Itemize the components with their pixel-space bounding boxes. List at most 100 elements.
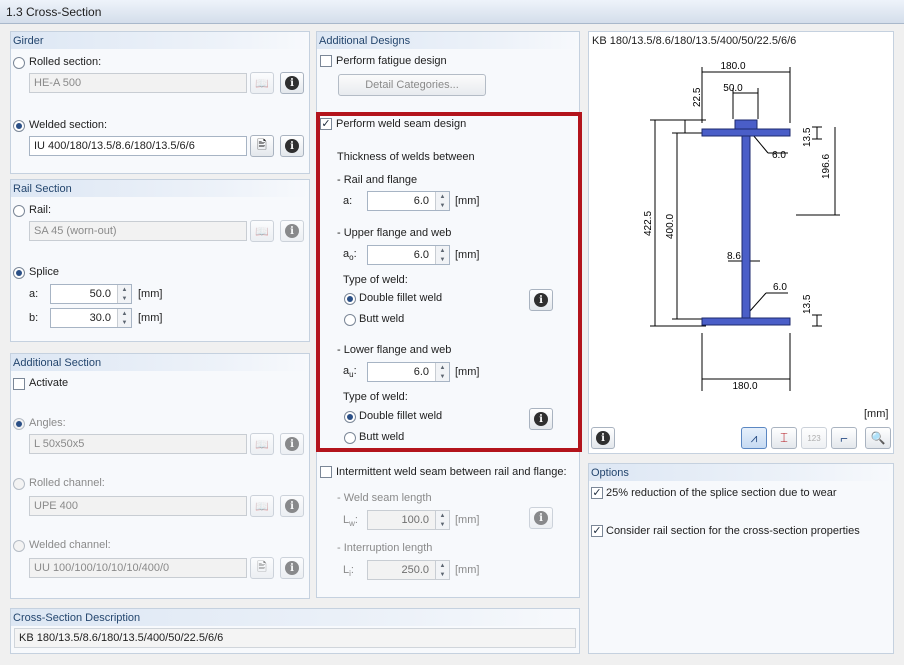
splice-b-label: b: xyxy=(29,312,39,324)
welded-channel-radio xyxy=(13,540,25,552)
intermittent-info-button: i xyxy=(529,507,553,529)
lower-weld-info-button[interactable]: i xyxy=(529,408,553,430)
lower-type-label: Type of weld: xyxy=(343,391,408,403)
upper-type-label: Type of weld: xyxy=(343,274,408,286)
activate-checkbox[interactable] xyxy=(13,378,25,390)
rolled-section-field: HE-A 500 xyxy=(29,73,247,93)
description-title: Cross-Section Description xyxy=(11,609,579,626)
dim-top-width: 180.0 xyxy=(720,61,745,72)
upper-butt-weld-label: Butt weld xyxy=(359,313,405,325)
rail-radio[interactable] xyxy=(13,205,25,217)
splice-radio[interactable] xyxy=(13,267,25,279)
lower-flange-label: - Lower flange and web xyxy=(337,344,452,356)
consider-rail-checkbox[interactable]: ✓ xyxy=(591,525,603,537)
lower-double-fillet-radio[interactable] xyxy=(344,411,356,423)
info-icon: i xyxy=(285,437,299,451)
angles-info-button: i xyxy=(280,433,304,455)
rail-info-button: i xyxy=(280,220,304,242)
welded-section-radio[interactable] xyxy=(13,120,25,132)
show-welds-button[interactable]: ⩘ xyxy=(741,427,767,449)
welded-channel-label: Welded channel: xyxy=(29,539,111,551)
angles-field: L 50x50x5 xyxy=(29,434,247,454)
info-icon: i xyxy=(285,224,299,238)
show-dimensions-button[interactable]: ⌶ xyxy=(771,427,797,449)
welded-section-field: IU 400/180/13.5/8.6/180/13.5/6/6 xyxy=(29,136,247,156)
rail-flange-label: - Rail and flange xyxy=(337,174,418,186)
info-icon: i xyxy=(285,561,299,575)
reduction-checkbox[interactable]: ✓ xyxy=(591,487,603,499)
window-title: 1.3 Cross-Section xyxy=(0,0,904,24)
intermittent-checkbox[interactable] xyxy=(320,466,332,478)
edit-section-button[interactable]: 🖹 xyxy=(250,135,274,157)
dim-flange-bottom: 13.5 xyxy=(802,294,813,314)
weld-au-label: au: xyxy=(343,365,357,380)
dimensions-icon: ⌶ xyxy=(780,430,788,445)
splice-b-unit: [mm] xyxy=(138,312,163,324)
dim-weld-top: 6.0 xyxy=(772,150,786,161)
dim-web-thickness: 8.6 xyxy=(727,251,741,262)
dim-rail-width: 50.0 xyxy=(723,83,743,94)
interruption-label: - Interruption length xyxy=(337,542,433,554)
edit-section-icon: 🖹 xyxy=(257,137,267,152)
weld-ao-spinner[interactable]: ▲ ▼ xyxy=(435,246,449,264)
dim-web-height: 400.0 xyxy=(665,214,676,239)
dim-weld-bottom: 6.0 xyxy=(773,282,787,293)
upper-butt-weld-radio[interactable] xyxy=(344,314,356,326)
seam-length-label: - Weld seam length xyxy=(337,492,432,504)
preview-info-button[interactable]: i xyxy=(591,427,615,449)
weld-a-spinner[interactable]: ▲ ▼ xyxy=(435,192,449,210)
edit-section-icon: 🖹 xyxy=(257,559,267,574)
upper-weld-info-button[interactable]: i xyxy=(529,289,553,311)
splice-b-spinner[interactable]: ▲ ▼ xyxy=(117,309,131,327)
info-icon: i xyxy=(534,511,548,525)
upper-flange-label: - Upper flange and web xyxy=(337,227,452,239)
weld-design-checkbox[interactable]: ✓ xyxy=(320,118,332,130)
welded-channel-info-button: i xyxy=(280,557,304,579)
dim-bottom-width: 180.0 xyxy=(732,381,757,392)
info-icon: i xyxy=(534,412,548,426)
angles-library-button: 📖 xyxy=(250,433,274,455)
show-axes-button[interactable]: ⌐ xyxy=(831,427,857,449)
rolled-channel-library-button: 📖 xyxy=(250,495,274,517)
book-icon: 📖 xyxy=(255,500,269,513)
dim-rail-height: 22.5 xyxy=(692,87,703,107)
upper-double-fillet-radio[interactable] xyxy=(344,293,356,305)
li-unit: [mm] xyxy=(455,564,480,576)
fatigue-label: Perform fatigue design xyxy=(336,55,447,67)
numbering-icon: 123 xyxy=(807,433,821,443)
dim-flange-top: 13.5 xyxy=(802,127,813,147)
book-icon: 📖 xyxy=(255,77,269,90)
zoom-icon: 🔍 xyxy=(870,431,886,445)
splice-a-spinner[interactable]: ▲ ▼ xyxy=(117,285,131,303)
angles-radio xyxy=(13,418,25,430)
rolled-info-button[interactable]: i xyxy=(280,72,304,94)
splice-label: Splice xyxy=(29,266,59,278)
options-title: Options xyxy=(589,464,893,481)
dim-total-height: 422.5 xyxy=(643,211,654,236)
rolled-channel-info-button: i xyxy=(280,495,304,517)
weld-au-spinner[interactable]: ▲ ▼ xyxy=(435,363,449,381)
additional-designs-title: Additional Designs xyxy=(317,32,579,49)
info-icon: i xyxy=(534,293,548,307)
weld-icon: ⩘ xyxy=(750,430,758,445)
rolled-section-radio[interactable] xyxy=(13,57,25,69)
additional-section-title: Additional Section xyxy=(11,354,309,371)
thickness-title: Thickness of welds between xyxy=(337,151,475,163)
show-numbering-button[interactable]: 123 xyxy=(801,427,827,449)
fatigue-checkbox[interactable] xyxy=(320,55,332,67)
rail-field: SA 45 (worn-out) xyxy=(29,221,247,241)
lower-butt-weld-label: Butt weld xyxy=(359,431,405,443)
rolled-channel-radio xyxy=(13,478,25,490)
weld-a-label: a: xyxy=(343,195,353,207)
cross-section-drawing: 180.0 50.0 22.5 6.0 13.5 196.6 422.5 400… xyxy=(643,61,840,392)
lower-butt-weld-radio[interactable] xyxy=(344,432,356,444)
welded-info-button[interactable]: i xyxy=(280,135,304,157)
info-icon: i xyxy=(285,139,299,153)
li-label: Li: xyxy=(343,564,354,579)
lw-spinner: ▲ ▼ xyxy=(435,511,449,529)
description-field: KB 180/13.5/8.6/180/13.5/400/50/22.5/6/6 xyxy=(14,628,576,648)
zoom-view-button[interactable]: 🔍 xyxy=(865,427,891,449)
weld-design-label: Perform weld seam design xyxy=(336,118,467,130)
rolled-channel-field: UPE 400 xyxy=(29,496,247,516)
welded-channel-field: UU 100/100/10/10/10/400/0 xyxy=(29,558,247,578)
